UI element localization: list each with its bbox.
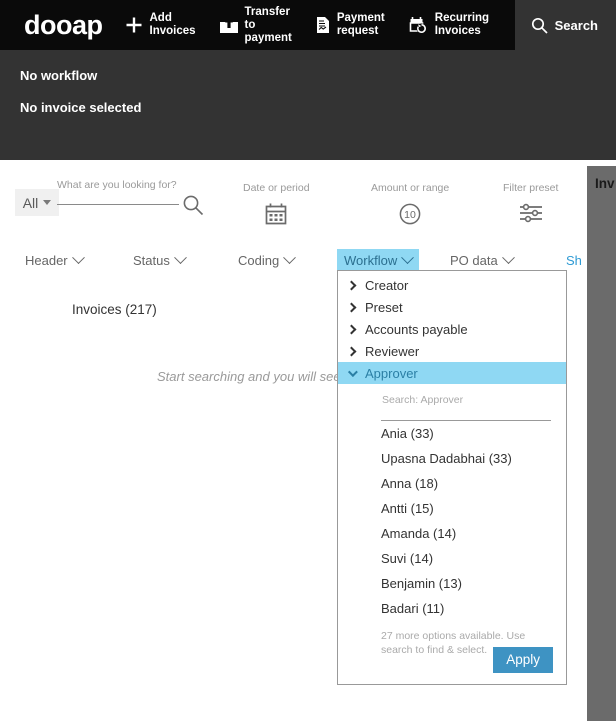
nav-search[interactable]: Search bbox=[514, 0, 616, 50]
amount-or-range-tool[interactable]: Amount or range 10 bbox=[371, 182, 449, 231]
chevron-down-icon bbox=[283, 251, 297, 265]
tab-header[interactable]: Header bbox=[18, 249, 90, 272]
chevron-down-icon bbox=[173, 251, 187, 265]
filter-preset-label: Filter preset bbox=[503, 182, 559, 194]
payment-request-icon bbox=[316, 16, 330, 34]
search-icon bbox=[531, 17, 548, 34]
nav-recurring-invoices-label: Recurring Invoices bbox=[434, 12, 490, 37]
apply-button-wrapper: Apply bbox=[493, 647, 553, 673]
dropdown-group-reviewer[interactable]: Reviewer bbox=[338, 340, 566, 362]
nav-payment-request[interactable]: Payment request bbox=[304, 0, 397, 50]
tab-po-data[interactable]: PO data bbox=[443, 249, 520, 272]
empty-state-message: Start searching and you will see yo bbox=[157, 369, 358, 384]
list-item[interactable]: Upasna Dadabhai (33) bbox=[338, 446, 566, 471]
date-or-period-tool[interactable]: Date or period bbox=[243, 182, 310, 231]
workflow-status-text: No workflow bbox=[20, 68, 98, 83]
svg-text:10: 10 bbox=[404, 209, 416, 221]
list-item[interactable]: Amanda (14) bbox=[338, 521, 566, 546]
search-scope-value: All bbox=[22, 194, 39, 211]
dropdown-group-approver[interactable]: Approver bbox=[338, 362, 566, 384]
dropdown-group-preset-label: Preset bbox=[365, 299, 403, 315]
list-item[interactable]: Benjamin (13) bbox=[338, 571, 566, 596]
tab-status[interactable]: Status bbox=[126, 249, 192, 272]
recurring-invoices-icon bbox=[409, 16, 428, 35]
list-item[interactable]: Antti (15) bbox=[338, 496, 566, 521]
tab-coding-label: Coding bbox=[238, 253, 280, 268]
nav-add-invoices-label: Add Invoices bbox=[149, 12, 196, 37]
search-query-group: What are you looking for? bbox=[57, 179, 179, 205]
brand-logo[interactable]: dooap bbox=[0, 0, 113, 50]
chevron-right-icon bbox=[346, 324, 357, 334]
tab-status-label: Status bbox=[133, 253, 170, 268]
chevron-down-icon bbox=[347, 366, 358, 377]
tab-coding[interactable]: Coding bbox=[231, 249, 301, 272]
chevron-down-icon bbox=[71, 251, 85, 265]
search-submit-icon[interactable] bbox=[182, 194, 204, 221]
date-or-period-label: Date or period bbox=[243, 182, 310, 194]
amount-circle-icon: 10 bbox=[398, 203, 422, 230]
calendar-icon bbox=[264, 203, 288, 230]
search-input[interactable] bbox=[57, 204, 179, 205]
sliders-icon bbox=[518, 203, 544, 228]
dropdown-group-reviewer-label: Reviewer bbox=[365, 343, 420, 359]
dropdown-group-accounts-payable[interactable]: Accounts payable bbox=[338, 318, 566, 340]
dropdown-group-approver-label: Approver bbox=[365, 365, 418, 381]
tab-workflow[interactable]: Workflow bbox=[337, 249, 420, 272]
dropdown-group-creator[interactable]: Creator bbox=[338, 274, 566, 296]
invoice-status-text: No invoice selected bbox=[20, 100, 142, 115]
search-scope-dropdown[interactable]: All bbox=[15, 189, 59, 216]
transfer-to-payment-icon bbox=[219, 17, 238, 33]
tab-po-data-label: PO data bbox=[450, 253, 498, 268]
nav-payment-request-label: Payment request bbox=[336, 12, 385, 37]
show-link[interactable]: Sh bbox=[566, 253, 586, 268]
amount-or-range-label: Amount or range bbox=[371, 182, 450, 194]
dropdown-group-creator-label: Creator bbox=[365, 277, 409, 293]
invoices-count-label: Invoices (217) bbox=[72, 302, 157, 317]
chevron-right-icon bbox=[346, 302, 357, 312]
list-item[interactable]: Badari (11) bbox=[338, 596, 566, 621]
plus-icon bbox=[125, 16, 143, 34]
invoice-preview-panel[interactable]: Inv bbox=[587, 166, 616, 721]
search-query-label: What are you looking for? bbox=[57, 179, 177, 191]
workflow-dropdown-menu: Creator Preset Accounts payable Reviewer… bbox=[337, 270, 567, 685]
chevron-right-icon bbox=[346, 280, 357, 290]
list-item[interactable]: Anna (18) bbox=[338, 471, 566, 496]
tab-header-label: Header bbox=[25, 253, 68, 268]
tab-workflow-label: Workflow bbox=[344, 253, 398, 268]
nav-transfer-to-payment-label: Transfer to payment bbox=[244, 5, 292, 44]
apply-button[interactable]: Apply bbox=[493, 647, 553, 673]
list-item[interactable]: Suvi (14) bbox=[338, 546, 566, 571]
approver-search-input[interactable]: Search: Approver bbox=[382, 394, 566, 406]
nav-add-invoices[interactable]: Add Invoices bbox=[113, 0, 208, 50]
dropdown-group-preset[interactable]: Preset bbox=[338, 296, 566, 318]
dropdown-group-accounts-payable-label: Accounts payable bbox=[365, 321, 468, 337]
list-item[interactable]: Ania (33) bbox=[338, 421, 566, 446]
chevron-down-icon bbox=[401, 251, 415, 265]
chevron-right-icon bbox=[346, 346, 357, 356]
nav-transfer-to-payment[interactable]: Transfer to payment bbox=[208, 0, 304, 50]
nav-recurring-invoices[interactable]: Recurring Invoices bbox=[397, 0, 501, 50]
top-navigation-bar: dooap Add Invoices Transfer to payment P… bbox=[0, 0, 616, 50]
chevron-down-icon bbox=[43, 200, 52, 205]
filter-preset-tool[interactable]: Filter preset bbox=[503, 182, 558, 229]
application-window: dooap Add Invoices Transfer to payment P… bbox=[0, 0, 616, 721]
chevron-down-icon bbox=[501, 251, 515, 265]
nav-search-label: Search bbox=[554, 17, 598, 33]
context-subheader: No workflow No invoice selected bbox=[0, 50, 616, 160]
